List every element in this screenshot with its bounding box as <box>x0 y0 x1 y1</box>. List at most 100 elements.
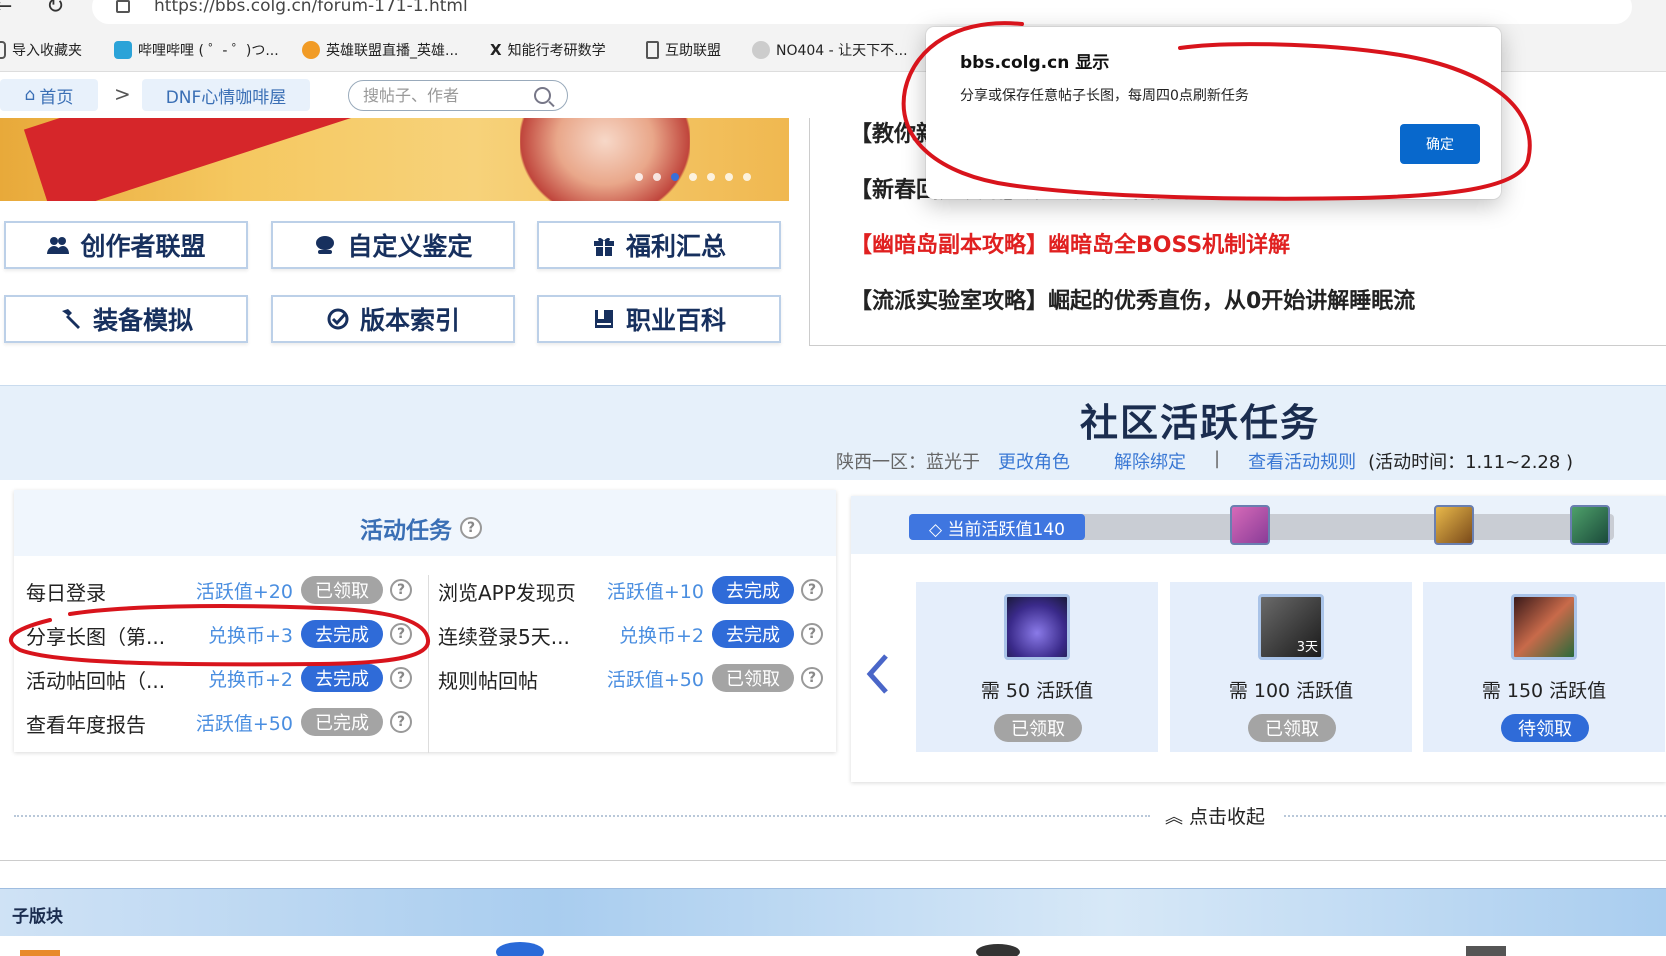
reload-icon[interactable]: ↻ <box>46 0 64 19</box>
url-text[interactable]: https://bbs.colg.cn/forum-171-1.html <box>154 0 468 16</box>
reward-status[interactable]: 已领取 <box>994 714 1082 742</box>
collapse-button[interactable]: ︽ 点击收起 <box>1165 802 1265 829</box>
help-icon[interactable]: ? <box>390 711 412 733</box>
news-item[interactable]: 【幽暗岛副本攻略】幽暗岛全BOSS机制详解 <box>850 227 1290 259</box>
task-reward: 活跃值+10 <box>606 581 704 603</box>
task-status-button[interactable]: 去完成 <box>301 620 383 648</box>
sub-board-icon[interactable] <box>976 944 1020 956</box>
news-item[interactable]: 【教你新 <box>850 116 938 148</box>
change-role-link[interactable]: 更改角色 <box>998 448 1070 474</box>
home-icon: ⌂ <box>24 85 36 105</box>
equipment-sim-button[interactable]: 装备模拟 <box>4 295 248 343</box>
button-label: 创作者联盟 <box>80 232 206 261</box>
help-icon[interactable]: ? <box>801 667 823 689</box>
carousel-dots <box>635 173 751 181</box>
news-item[interactable]: 【流派实验室攻略】崛起的优秀直伤，从0开始讲解睡眠流 <box>850 283 1415 315</box>
dialog-ok-button[interactable]: 确定 <box>1400 124 1480 164</box>
carousel-dot[interactable] <box>707 173 715 181</box>
creator-alliance-button[interactable]: 创作者联盟 <box>4 221 248 269</box>
bookmark-import[interactable]: 导入收藏夹 <box>0 40 82 60</box>
custom-appraisal-button[interactable]: 自定义鉴定 <box>271 221 515 269</box>
carousel-dot[interactable] <box>743 173 751 181</box>
bookmark-no404[interactable]: NO404 - 让天下不... <box>752 40 908 60</box>
task-name: 规则帖回帖 <box>438 669 538 693</box>
sub-board-icon[interactable] <box>1466 946 1506 956</box>
carousel-dot[interactable] <box>653 173 661 181</box>
breadcrumb-board[interactable]: DNF心情咖啡屋 <box>142 79 310 111</box>
banner-figure <box>520 118 690 201</box>
task-name: 分享长图（第... <box>26 625 166 649</box>
help-icon[interactable]: ? <box>801 579 823 601</box>
hammer-icon <box>59 307 83 331</box>
reward-card: 3天 需 100 活跃值 已领取 <box>1170 582 1412 752</box>
task-status-button[interactable]: 去完成 <box>712 620 794 648</box>
banner-carousel[interactable] <box>0 118 789 201</box>
task-status-button[interactable]: 已领取 <box>301 576 383 604</box>
task-name: 每日登录 <box>26 581 106 605</box>
page-icon <box>646 41 659 59</box>
bilibili-icon <box>114 41 132 59</box>
unbind-link[interactable]: 解除绑定 <box>1114 448 1186 474</box>
panda-icon <box>752 41 770 59</box>
chat-face-icon <box>313 233 337 257</box>
chevron-left-icon[interactable] <box>864 652 890 696</box>
reward-status[interactable]: 已领取 <box>1248 714 1336 742</box>
task-status-button[interactable]: 已领取 <box>712 664 794 692</box>
rules-link[interactable]: 查看活动规则 <box>1248 448 1356 474</box>
carousel-dot-active[interactable] <box>671 173 679 181</box>
bookmark-huzhu[interactable]: 互助联盟 <box>646 40 721 60</box>
duration-badge: 3天 <box>1296 640 1318 655</box>
help-icon[interactable]: ? <box>390 579 412 601</box>
dialog-title: bbs.colg.cn 显示 <box>960 53 1110 73</box>
task-status-button[interactable]: 去完成 <box>301 664 383 692</box>
sub-board-icon[interactable] <box>20 950 60 956</box>
bookmark-bilibili[interactable]: 哔哩哔哩 ( ゜- ゜)つ... <box>114 40 279 60</box>
bookmark-lol[interactable]: 英雄联盟直播_英雄... <box>302 40 458 60</box>
help-icon[interactable]: ? <box>390 623 412 645</box>
search-box <box>348 80 568 111</box>
sub-board-header <box>0 888 1666 936</box>
dialog-message: 分享或保存任意帖子长图，每周四0点刷新任务 <box>960 88 1249 104</box>
sub-board-icon[interactable] <box>496 942 544 956</box>
carousel-dot[interactable] <box>725 173 733 181</box>
double-chevron-up-icon: ︽ <box>1165 806 1183 828</box>
book-icon <box>592 307 616 331</box>
task-status-button[interactable]: 去完成 <box>712 576 794 604</box>
helmet-icon[interactable]: 3天 <box>1258 594 1324 660</box>
weapon-icon[interactable] <box>1511 594 1577 660</box>
chest-100-icon[interactable] <box>1434 505 1474 545</box>
banner-ribbon <box>23 118 357 201</box>
help-icon[interactable]: ? <box>460 517 482 539</box>
breadcrumb-home[interactable]: ⌂ 首页 <box>0 79 98 111</box>
search-icon[interactable] <box>534 87 551 104</box>
carousel-dot[interactable] <box>689 173 697 181</box>
reward-status[interactable]: 待领取 <box>1501 714 1589 742</box>
help-icon[interactable]: ? <box>801 623 823 645</box>
huya-icon <box>302 41 320 59</box>
search-input[interactable] <box>363 86 523 105</box>
reward-card: 需 150 活跃值 待领取 <box>1423 582 1665 752</box>
task-reward: 活跃值+50 <box>195 713 293 735</box>
carousel-dot[interactable] <box>635 173 643 181</box>
bookmark-math[interactable]: X 知能行考研数学 <box>490 40 606 60</box>
server-character: 陕西一区：蓝光于 <box>836 452 980 473</box>
back-icon[interactable]: ← <box>0 0 12 19</box>
lock-icon <box>116 0 130 13</box>
import-icon <box>0 41 6 59</box>
version-index-button[interactable]: 版本索引 <box>271 295 515 343</box>
welfare-summary-button[interactable]: 福利汇总 <box>537 221 781 269</box>
help-icon[interactable]: ? <box>390 667 412 689</box>
tasks-title-label: 活动任务 <box>360 518 452 544</box>
reward-need: 需 100 活跃值 <box>1228 680 1354 702</box>
chest-50-icon[interactable] <box>1230 505 1270 545</box>
activity-title: 社区活跃任务 <box>1080 401 1321 445</box>
button-label: 版本索引 <box>359 306 460 335</box>
chest-150-icon[interactable] <box>1570 505 1610 545</box>
button-label: 福利汇总 <box>625 232 726 261</box>
gem-bag-icon[interactable] <box>1004 594 1070 660</box>
dotted-divider <box>1284 815 1666 817</box>
info-divider: | <box>1214 448 1221 469</box>
job-wiki-button[interactable]: 职业百科 <box>537 295 781 343</box>
task-status-button[interactable]: 已完成 <box>301 708 383 736</box>
reward-need: 需 150 活跃值 <box>1481 680 1607 702</box>
